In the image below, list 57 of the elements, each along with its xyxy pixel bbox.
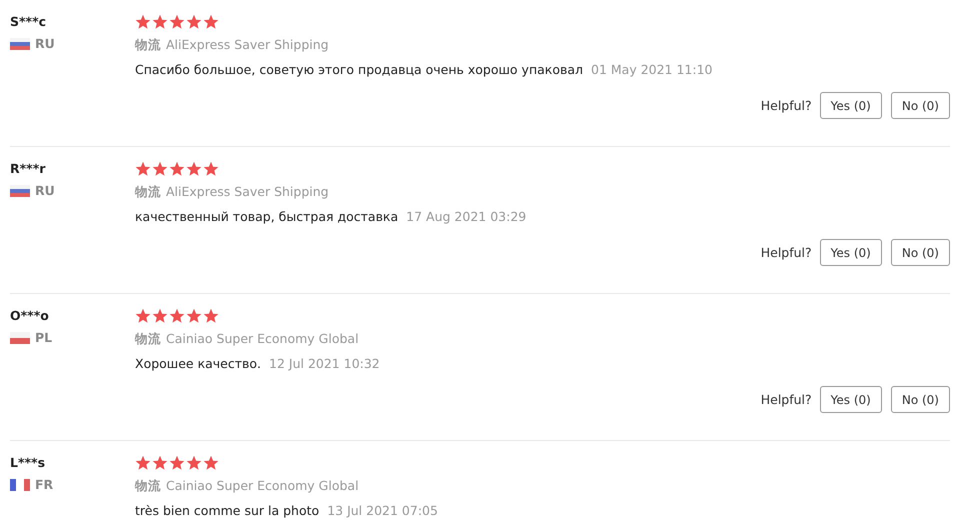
star-icon: [203, 14, 219, 30]
star-icon: [186, 455, 202, 471]
country-code: RU: [35, 36, 55, 51]
country-code: FR: [35, 477, 54, 492]
yes-button[interactable]: Yes (0): [820, 92, 882, 119]
user-name: L***s: [10, 454, 46, 472]
user-name: O***o: [10, 307, 50, 325]
country-code: RU: [35, 183, 55, 198]
helpful-label: Helpful?: [760, 98, 812, 113]
shipping-label: 物流: [135, 184, 161, 199]
yes-button[interactable]: Yes (0): [820, 386, 882, 413]
shipping-label: 物流: [135, 37, 161, 52]
shipping-label: 物流: [135, 331, 161, 346]
star-icon: [203, 308, 219, 324]
no-button[interactable]: No (0): [890, 239, 950, 266]
star-icon: [169, 455, 185, 471]
flag-icon: [10, 478, 30, 490]
helpful-label: Helpful?: [760, 392, 812, 407]
review-date: 13 Jul 2021 07:05: [327, 503, 438, 518]
flag-icon: [10, 38, 30, 50]
review-text: Хорошее качество.: [135, 356, 262, 371]
star-icon: [152, 455, 168, 471]
user-name: S***c: [10, 13, 48, 31]
review-date: 17 Aug 2021 03:29: [406, 209, 526, 224]
star-icon: [135, 455, 151, 471]
star-icon: [135, 308, 151, 324]
star-icon: [135, 14, 151, 30]
shipping-method: AliExpress Saver Shipping: [166, 37, 329, 52]
review-date: 01 May 2021 11:10: [591, 62, 713, 77]
star-icon: [152, 14, 168, 30]
shipping-method: AliExpress Saver Shipping: [166, 184, 329, 199]
star-icon: [152, 161, 168, 177]
review-date: 12 Jul 2021 10:32: [269, 356, 380, 371]
shipping-method: Cainiao Super Economy Global: [166, 478, 359, 493]
star-icon: [186, 308, 202, 324]
review-text: très bien comme sur la photo: [135, 503, 320, 518]
helpful-label: Helpful?: [760, 245, 812, 260]
no-button[interactable]: No (0): [890, 386, 950, 413]
flag-icon: [10, 184, 30, 196]
yes-button[interactable]: Yes (0): [820, 239, 882, 266]
star-icon: [203, 455, 219, 471]
user-name: R***r: [10, 160, 46, 178]
no-button[interactable]: No (0): [890, 92, 950, 119]
review-text: качественный товар, быстрая доставка: [135, 209, 398, 224]
review-text: Спасибо большое, советую этого продавца очень хорошо упаковал: [135, 62, 583, 77]
star-icon: [169, 308, 185, 324]
shipping-label: 物流: [135, 478, 161, 493]
star-icon: [152, 308, 168, 324]
star-icon: [186, 161, 202, 177]
star-icon: [169, 161, 185, 177]
shipping-method: Cainiao Super Economy Global: [166, 331, 359, 346]
star-icon: [203, 161, 219, 177]
country-code: PL: [35, 330, 52, 345]
star-icon: [186, 14, 202, 30]
flag-icon: [10, 332, 30, 344]
star-icon: [169, 14, 185, 30]
star-icon: [135, 161, 151, 177]
